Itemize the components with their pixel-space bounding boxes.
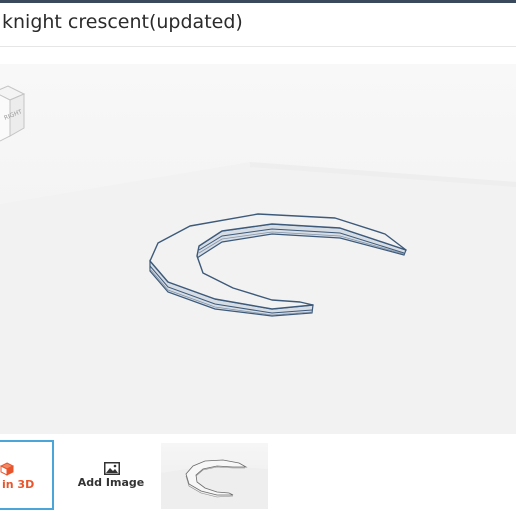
thumbnail-crescent-image <box>161 459 268 509</box>
image-icon <box>104 462 120 475</box>
add-image-label: Add Image <box>77 476 145 489</box>
3d-scene[interactable]: RIGHT <box>0 64 516 434</box>
title-bar: knight crescent(updated) <box>0 3 516 47</box>
model-thumbnail[interactable] <box>161 443 268 509</box>
thumbnail-strip: in 3D Add Image <box>0 440 516 516</box>
viewcube[interactable]: RIGHT <box>0 85 26 144</box>
view-in-3d-label: in 3D <box>2 478 35 491</box>
page-title: knight crescent(updated) <box>2 11 243 33</box>
view-in-3d-button[interactable]: in 3D <box>0 440 54 510</box>
add-image-button[interactable]: Add Image <box>70 440 152 510</box>
cube-icon <box>0 462 14 476</box>
3d-viewport[interactable]: RIGHT <box>0 64 516 434</box>
thing-page: knight crescent(updated) RIGHT in 3D Add… <box>0 0 516 516</box>
